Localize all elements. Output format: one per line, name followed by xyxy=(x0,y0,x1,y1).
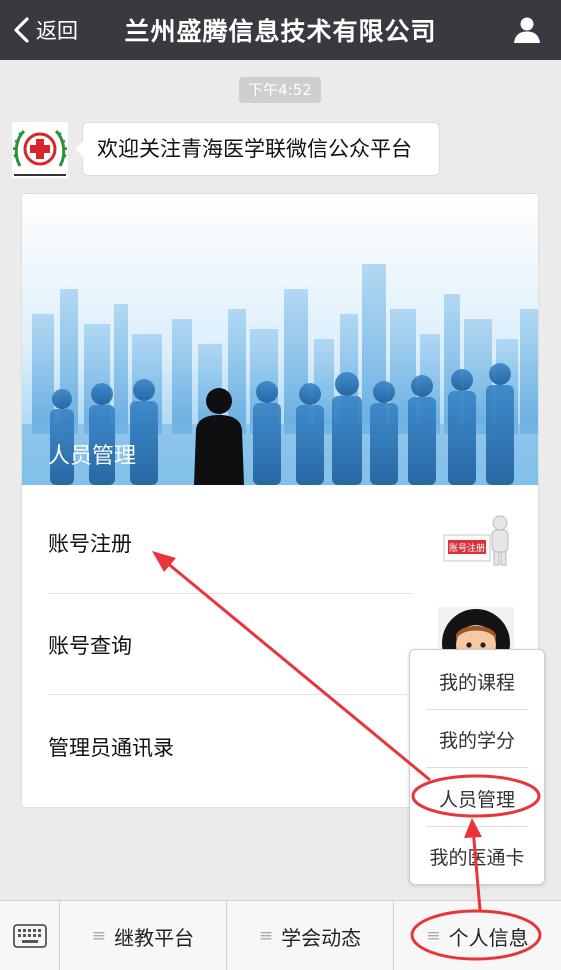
tab-personal-info[interactable]: ≡ 个人信息 xyxy=(394,901,561,970)
tab-society-news[interactable]: ≡ 学会动态 xyxy=(227,901,394,970)
submenu-item-my-courses[interactable]: 我的课程 xyxy=(410,668,544,695)
keyboard-toggle-button[interactable] xyxy=(0,901,60,970)
svg-text:账号注册: 账号注册 xyxy=(449,542,485,554)
divider xyxy=(48,694,412,695)
tab-label: 学会动态 xyxy=(281,925,362,950)
menu-item-label: 账号查询 xyxy=(48,634,132,658)
menu-item-label: 管理员通讯录 xyxy=(48,736,174,760)
divider xyxy=(48,593,412,594)
submenu-item-my-credits[interactable]: 我的学分 xyxy=(410,726,544,753)
menu-item-label: 账号注册 xyxy=(48,532,132,556)
divider xyxy=(426,709,528,710)
submenu-item-label: 我的学分 xyxy=(438,730,515,752)
submenu-item-label: 人员管理 xyxy=(438,789,515,811)
page-title: 兰州盛腾信息技术有限公司 xyxy=(124,17,437,46)
message-timestamp: 下午4:52 xyxy=(239,77,321,103)
tab-label: 继教平台 xyxy=(114,925,195,950)
personal-info-submenu: 我的课程 我的学分 人员管理 我的医通卡 xyxy=(409,649,545,885)
submenu-item-my-medical-card[interactable]: 我的医通卡 xyxy=(410,843,544,870)
bottom-menu-bar: ≡ 继教平台 ≡ 学会动态 ≡ 个人信息 xyxy=(0,900,561,970)
welcome-message-bubble: 欢迎关注青海医学联微信公众平台 xyxy=(75,122,440,176)
divider xyxy=(426,826,528,827)
tab-label: 个人信息 xyxy=(448,925,529,950)
top-nav-bar: 返回 兰州盛腾信息技术有限公司 xyxy=(0,0,561,60)
register-thumbnail: 账号注册 xyxy=(442,515,514,567)
hero-label: 人员管理 xyxy=(48,444,137,469)
user-icon[interactable] xyxy=(513,16,541,44)
account-avatar[interactable] xyxy=(12,122,68,178)
welcome-message-text: 欢迎关注青海医学联微信公众平台 xyxy=(97,137,412,161)
submenu-item-personnel-management[interactable]: 人员管理 xyxy=(410,785,544,812)
menu-icon: ≡ xyxy=(258,926,274,946)
hero-banner[interactable]: 人员管理 xyxy=(22,194,538,485)
menu-item-account-register[interactable]: 账号注册 xyxy=(48,528,412,558)
menu-icon: ≡ xyxy=(91,926,107,946)
keyboard-icon xyxy=(13,924,47,948)
menu-item-account-query[interactable]: 账号查询 xyxy=(48,630,412,660)
submenu-item-label: 我的医通卡 xyxy=(429,847,525,869)
menu-icon: ≡ xyxy=(426,926,441,946)
divider xyxy=(426,767,528,768)
submenu-item-label: 我的课程 xyxy=(438,672,515,694)
tab-continuing-education[interactable]: ≡ 继教平台 xyxy=(60,901,227,970)
menu-item-admin-contacts[interactable]: 管理员通讯录 xyxy=(48,732,412,762)
